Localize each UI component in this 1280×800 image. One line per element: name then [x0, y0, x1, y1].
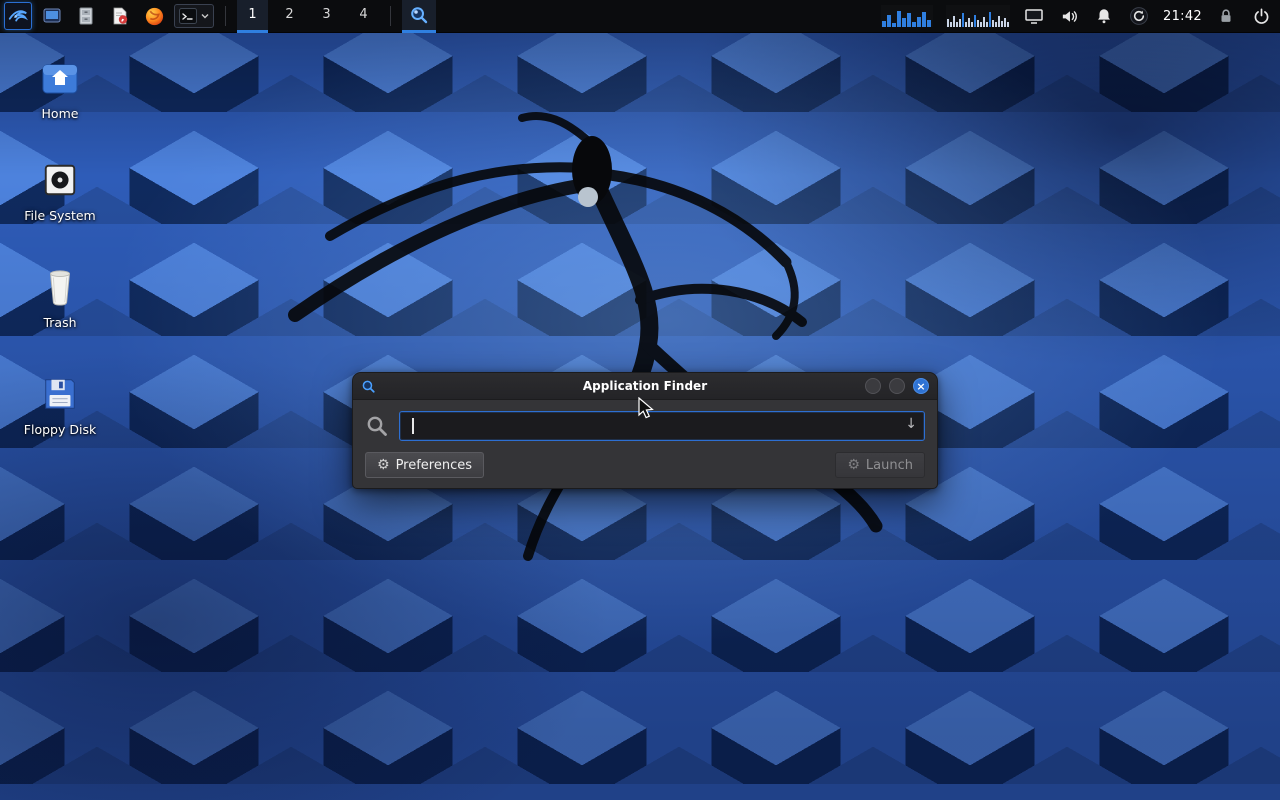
firefox-icon: [144, 6, 165, 27]
home-icon: [39, 57, 81, 99]
search-icon: [365, 414, 389, 438]
launch-gear-icon: ⚙: [847, 458, 860, 472]
panel-separator: [390, 6, 391, 26]
text-editor-icon: [110, 6, 130, 26]
window-title: Application Finder: [353, 379, 937, 393]
display-settings-tray[interactable]: [1023, 5, 1045, 27]
close-button[interactable]: ×: [913, 378, 929, 394]
logout-button[interactable]: [1250, 5, 1272, 27]
application-finder-task-icon: [409, 5, 429, 25]
launcher-text-editor[interactable]: [106, 2, 134, 30]
applications-menu-button[interactable]: [4, 2, 32, 30]
launcher-file-cabinet[interactable]: [72, 2, 100, 30]
desktop-icon-label: File System: [24, 208, 96, 223]
search-input[interactable]: [399, 411, 925, 441]
desktop-icon-label: Floppy Disk: [24, 422, 96, 437]
power-icon: [1252, 7, 1271, 26]
launcher-file-manager[interactable]: [38, 2, 66, 30]
panel-left: 1 2 3 4: [4, 0, 436, 32]
desktop-icon-home[interactable]: Home: [12, 57, 108, 121]
workspace-3-label: 3: [322, 7, 330, 22]
floppy-icon: [39, 373, 81, 415]
display-icon: [1024, 6, 1044, 26]
gear-icon: ⚙: [377, 458, 390, 472]
desktop-icon-label: Trash: [43, 315, 76, 330]
workspace-3[interactable]: 3: [311, 0, 342, 33]
file-manager-icon: [42, 6, 62, 26]
launcher-firefox[interactable]: [140, 2, 168, 30]
file-cabinet-icon: [76, 6, 96, 26]
cpu-graph[interactable]: [881, 5, 933, 27]
finder-body: ↓ ⚙ Preferences ⚙ Launch: [353, 400, 937, 488]
panel-clock[interactable]: 21:42: [1163, 9, 1202, 24]
workspace-2-label: 2: [285, 7, 293, 22]
volume-tray[interactable]: [1058, 5, 1080, 27]
launcher-terminal[interactable]: [174, 4, 214, 28]
speaker-icon: [1060, 7, 1079, 26]
notifications-tray[interactable]: [1093, 5, 1115, 27]
bell-icon: [1095, 7, 1113, 25]
launch-label: Launch: [866, 458, 913, 473]
taskbar-item-application-finder[interactable]: [402, 0, 436, 33]
window-app-icon: [361, 379, 376, 394]
history-dropdown-icon[interactable]: ↓: [905, 416, 917, 432]
panel-separator: [225, 6, 226, 26]
desktop-icon-floppy-disk[interactable]: Floppy Disk: [12, 373, 108, 437]
terminal-icon: [178, 6, 198, 26]
top-panel: 1 2 3 4: [0, 0, 1280, 33]
launch-button[interactable]: ⚙ Launch: [835, 452, 925, 478]
window-buttons: ×: [865, 378, 929, 394]
panel-right: 21:42: [881, 0, 1272, 32]
trash-icon: [39, 266, 81, 308]
finder-titlebar[interactable]: Application Finder ×: [353, 373, 937, 400]
workspace-2[interactable]: 2: [274, 0, 305, 33]
network-monitor[interactable]: [946, 5, 1010, 27]
chevron-down-icon[interactable]: [200, 11, 210, 21]
screen-lock-button[interactable]: [1215, 5, 1237, 27]
workspace-1-label: 1: [248, 7, 256, 22]
refresh-icon: [1129, 6, 1149, 26]
close-icon: ×: [916, 381, 925, 392]
button-row: ⚙ Preferences ⚙ Launch: [365, 452, 925, 478]
desktop-icon-label: Home: [42, 106, 79, 121]
search-field-wrap: ↓: [399, 411, 925, 441]
preferences-label: Preferences: [396, 458, 472, 473]
desktop-icon-trash[interactable]: Trash: [12, 266, 108, 330]
application-finder-window: Application Finder × ↓ ⚙ Preferences: [352, 372, 938, 489]
preferences-button[interactable]: ⚙ Preferences: [365, 452, 484, 478]
search-row: ↓: [365, 411, 925, 441]
minimize-button[interactable]: [865, 378, 881, 394]
text-caret: [412, 418, 414, 434]
maximize-button[interactable]: [889, 378, 905, 394]
updates-tray[interactable]: [1128, 5, 1150, 27]
workspace-1[interactable]: 1: [237, 0, 268, 33]
workspace-4[interactable]: 4: [348, 0, 379, 33]
lock-icon: [1217, 7, 1235, 25]
file-system-icon: [39, 159, 81, 201]
kali-menu-icon: [7, 5, 29, 27]
desktop-icon-file-system[interactable]: File System: [12, 159, 108, 223]
workspace-4-label: 4: [359, 7, 367, 22]
